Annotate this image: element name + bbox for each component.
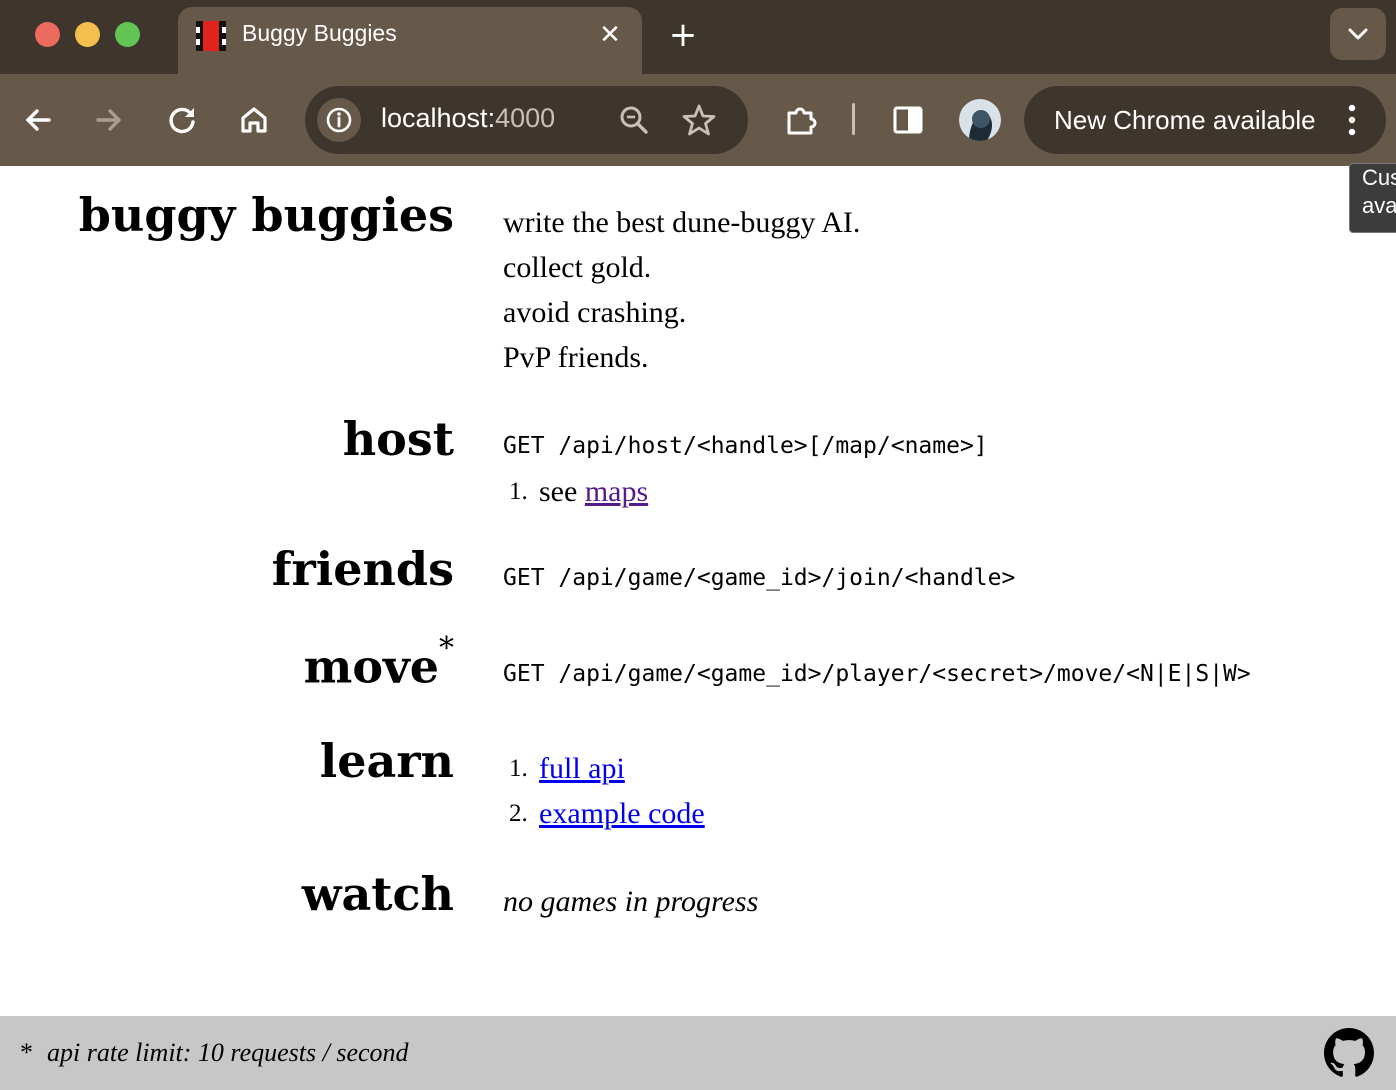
tooltip-line-1: Cus (1362, 165, 1396, 190)
tab-strip: Buggy Buggies ✕ + (0, 0, 1396, 74)
list-number: 2. (509, 800, 528, 827)
address-bar[interactable]: localhost:4000 (305, 86, 748, 154)
side-panel-button[interactable] (888, 100, 928, 140)
github-icon[interactable] (1324, 1028, 1374, 1078)
home-icon (241, 107, 267, 133)
url-port: 4000 (495, 103, 556, 133)
tooltip: Cus ava (1349, 163, 1396, 233)
profile-picture-icon (959, 99, 1001, 141)
move-heading-text: move (303, 639, 439, 694)
learn-list: 1. full api 2. example code (503, 746, 705, 836)
list-number: 1. (509, 478, 528, 505)
reload-icon (169, 107, 195, 134)
url-host: localhost: (381, 103, 496, 133)
host-body: GET /api/host/<handle>[/map/<name>] 1. s… (503, 424, 988, 514)
full-api-link[interactable]: full api (539, 752, 625, 785)
tab-title: Buggy Buggies (242, 20, 397, 46)
forward-button[interactable] (89, 100, 129, 140)
chevron-down-icon (1348, 28, 1368, 40)
zoom-icon[interactable] (618, 104, 650, 136)
list-item: 1. full api (503, 746, 705, 791)
tab-buggy-buggies[interactable]: Buggy Buggies ✕ (178, 7, 642, 74)
tooltip-line-2: ava (1362, 193, 1396, 218)
buggy-favicon-icon (196, 21, 226, 51)
friends-heading: friends (271, 542, 454, 596)
arrow-right-icon (96, 109, 121, 131)
arrow-left-icon (26, 109, 51, 131)
example-code-link[interactable]: example code (539, 797, 705, 830)
intro-line: write the best dune-buggy AI. (503, 206, 861, 239)
footnote-marker: * (439, 631, 454, 666)
puzzle-piece-icon (787, 107, 817, 135)
new-tab-button[interactable]: + (664, 17, 702, 55)
rate-limit-note: * api rate limit: 10 requests / second (20, 1038, 409, 1068)
zoom-window-button[interactable] (115, 22, 140, 47)
list-item-text: see (539, 475, 578, 508)
tab-close-icon[interactable]: ✕ (596, 21, 624, 49)
home-button[interactable] (234, 100, 274, 140)
url-text[interactable]: localhost:4000 (381, 103, 555, 134)
extensions-button[interactable] (781, 100, 821, 140)
update-label: New Chrome available (1054, 105, 1316, 135)
watch-status: no games in progress (503, 885, 759, 918)
toolbar-divider (852, 103, 855, 135)
host-heading: host (342, 412, 454, 466)
host-endpoint: GET /api/host/<handle>[/map/<name>] (503, 433, 988, 459)
info-icon (326, 107, 352, 133)
watch-heading: watch (301, 867, 454, 921)
rate-limit-text: api rate limit: 10 requests / second (47, 1038, 409, 1067)
tab-search-button[interactable] (1330, 8, 1386, 60)
intro-lines: write the best dune-buggy AI. collect go… (503, 200, 860, 380)
list-item: 2. example code (503, 791, 705, 836)
friends-endpoint: GET /api/game/<game_id>/join/<handle> (503, 565, 1016, 591)
footer: * api rate limit: 10 requests / second (0, 1016, 1396, 1090)
back-button[interactable] (18, 100, 58, 140)
move-heading: move* (304, 634, 454, 690)
side-panel-icon (893, 106, 923, 134)
list-item: 1. see maps (503, 469, 988, 514)
intro-line: PvP friends. (503, 341, 649, 374)
friends-body: GET /api/game/<game_id>/join/<handle> (503, 556, 1015, 601)
intro-line: collect gold. (503, 251, 652, 284)
close-window-button[interactable] (35, 22, 60, 47)
page-title: buggy buggies (78, 188, 454, 242)
chrome-update-button[interactable]: New Chrome available (1024, 86, 1386, 154)
move-endpoint: GET /api/game/<game_id>/player/<secret>/… (503, 661, 1251, 687)
learn-heading: learn (319, 734, 454, 788)
list-number: 1. (509, 755, 528, 782)
watch-body: no games in progress (503, 879, 758, 924)
footnote-marker: * (20, 1038, 33, 1067)
reload-button[interactable] (162, 100, 202, 140)
maps-link[interactable]: maps (585, 475, 648, 508)
page-content: buggy buggies write the best dune-buggy … (0, 166, 1396, 1090)
profile-avatar[interactable] (959, 99, 1001, 141)
minimize-window-button[interactable] (75, 22, 100, 47)
bookmark-star-icon[interactable] (682, 103, 716, 137)
site-info-button[interactable] (317, 98, 361, 142)
kebab-menu-icon[interactable] (1340, 102, 1364, 138)
move-body: GET /api/game/<game_id>/player/<secret>/… (503, 652, 1251, 697)
intro-line: avoid crashing. (503, 296, 687, 329)
